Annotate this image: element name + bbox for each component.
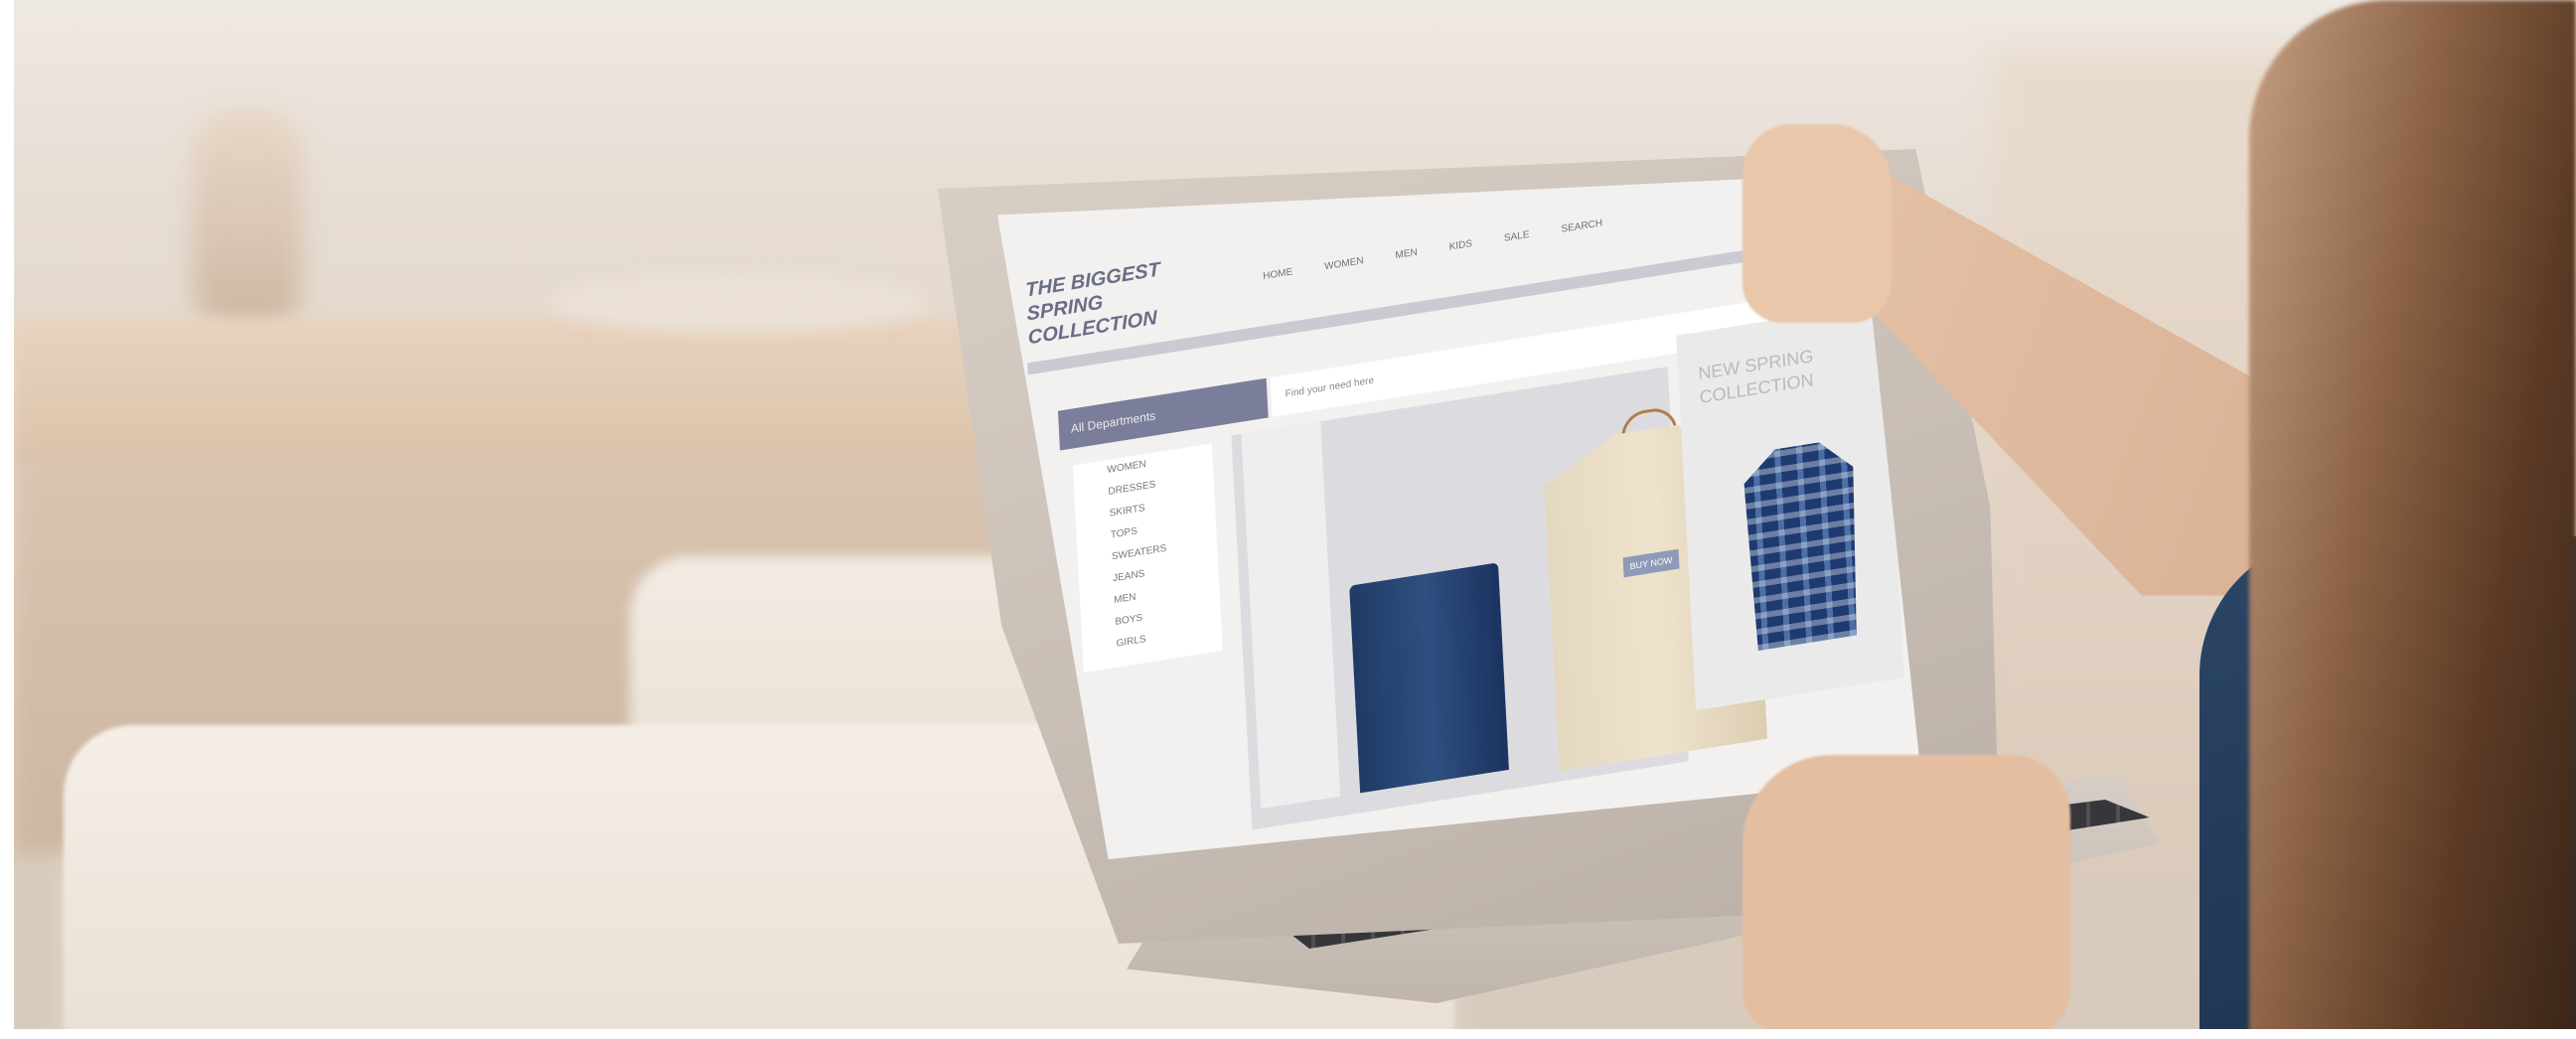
product-card[interactable] bbox=[1241, 421, 1341, 810]
table-top bbox=[14, 318, 1067, 467]
hand-holding-lid bbox=[1743, 124, 1892, 323]
site-title: THE BIGGEST SPRING COLLECTION bbox=[1025, 249, 1218, 350]
plaid-shirt-product-image[interactable] bbox=[1743, 437, 1862, 652]
hair bbox=[2249, 0, 2576, 1029]
plate bbox=[550, 273, 928, 333]
product-panel: BUY NOW bbox=[1231, 367, 1688, 830]
promo-card[interactable]: NEW SPRING COLLECTION bbox=[1676, 302, 1904, 711]
promo-text: NEW SPRING COLLECTION bbox=[1698, 344, 1815, 409]
hand-on-keyboard bbox=[1743, 755, 2070, 1029]
nav-item[interactable]: HOME bbox=[1263, 266, 1293, 282]
nav-item[interactable]: SALE bbox=[1504, 229, 1530, 244]
nav-item[interactable]: WOMEN bbox=[1324, 255, 1364, 272]
nav-item[interactable]: SEARCH bbox=[1561, 218, 1602, 234]
nav-item[interactable]: KIDS bbox=[1448, 238, 1472, 253]
nav-item[interactable]: MEN bbox=[1395, 247, 1418, 261]
site-nav: HOME WOMEN MEN KIDS SALE SEARCH bbox=[1263, 218, 1602, 282]
lamp bbox=[193, 109, 302, 328]
photo: THE BIGGEST SPRING COLLECTION HOME WOMEN… bbox=[14, 0, 2576, 1029]
jeans-product-image[interactable] bbox=[1349, 562, 1509, 794]
category-list: WOMEN DRESSES SKIRTS TOPS SWEATERS JEANS… bbox=[1072, 443, 1223, 673]
